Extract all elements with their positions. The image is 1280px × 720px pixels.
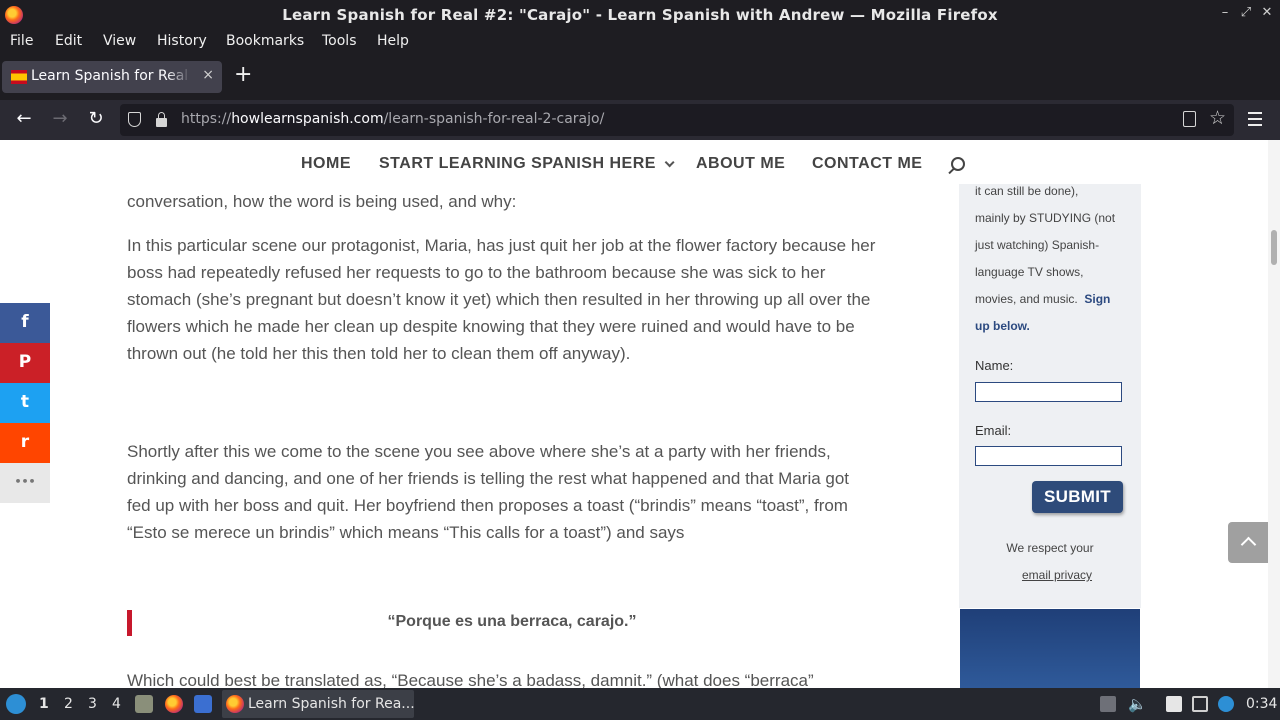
menu-view[interactable]: View <box>103 33 136 49</box>
name-field[interactable] <box>975 382 1122 402</box>
workspace-1[interactable]: 1 <box>39 696 49 712</box>
more-icon: ••• <box>14 475 36 488</box>
back-icon[interactable]: ← <box>13 109 35 129</box>
menu-edit[interactable]: Edit <box>55 33 82 49</box>
menu-history[interactable]: History <box>157 33 207 49</box>
workspace-4[interactable]: 4 <box>112 696 121 712</box>
newsletter-optin: it can still be done), mainly by STUDYIN… <box>959 184 1141 608</box>
menu-bookmarks[interactable]: Bookmarks <box>226 33 304 49</box>
blockquote: “Porque es una berraca, carajo.” <box>387 613 637 630</box>
reload-icon[interactable]: ↻ <box>85 109 107 129</box>
maximize-icon[interactable]: ⤢ <box>1237 5 1255 20</box>
workspace-2[interactable]: 2 <box>64 696 73 712</box>
submit-button[interactable]: SUBMIT <box>1032 481 1123 513</box>
search-icon[interactable] <box>951 157 965 171</box>
file-manager-icon[interactable] <box>135 695 153 713</box>
tab-active[interactable]: Learn Spanish for Real #2: "Carajo" × <box>2 61 222 93</box>
nav-contact[interactable]: CONTACT ME <box>812 155 922 173</box>
chevron-down-icon <box>664 157 675 168</box>
network-icon[interactable] <box>1192 696 1208 712</box>
page-scrollbar[interactable] <box>1268 140 1280 688</box>
facebook-icon: f <box>21 312 29 332</box>
reddit-icon: r <box>20 432 30 452</box>
paragraph-translation: Which could best be translated as, “Beca… <box>127 671 814 688</box>
paragraph-intro-end: conversation, how the word is being used… <box>127 192 517 211</box>
share-more-button[interactable]: ••• <box>0 463 50 503</box>
update-notifier-icon[interactable] <box>1218 696 1234 712</box>
spain-flag-icon <box>11 70 27 84</box>
menu-file[interactable]: File <box>10 33 33 49</box>
navigation-bar: ← → ↻ https://howlearnspanish.com/learn-… <box>0 100 1280 140</box>
firefox-icon <box>226 695 244 713</box>
email-label: Email: <box>975 423 1012 438</box>
url-text[interactable]: https://howlearnspanish.com/learn-spanis… <box>181 111 604 127</box>
scrollbar-thumb[interactable] <box>1271 230 1277 265</box>
menu-tools[interactable]: Tools <box>322 33 357 49</box>
reader-view-icon[interactable] <box>1183 111 1196 127</box>
share-pinterest-button[interactable]: P <box>0 343 50 383</box>
tab-title: Learn Spanish for Real #2: "Carajo" <box>31 68 191 84</box>
notes-icon[interactable] <box>1166 696 1182 712</box>
url-bar[interactable]: https://howlearnspanish.com/learn-spanis… <box>120 104 1234 136</box>
bookmark-star-icon[interactable]: ☆ <box>1209 107 1226 129</box>
taskbar-firefox-task[interactable]: Learn Spanish for Rea... <box>222 690 415 718</box>
window-titlebar: Learn Spanish for Real #2: "Carajo" - Le… <box>0 0 1280 30</box>
nav-home[interactable]: HOME <box>301 155 351 173</box>
nav-about[interactable]: ABOUT ME <box>696 155 785 173</box>
task-title: Learn Spanish for Rea... <box>248 696 415 712</box>
privacy-text: We respect your <box>1006 541 1094 555</box>
sidebar-banner <box>960 609 1140 688</box>
close-tab-icon[interactable]: × <box>202 67 214 83</box>
tab-bar: Learn Spanish for Real #2: "Carajo" × + <box>0 54 1280 100</box>
web-page: conversation, how the word is being used… <box>0 140 1280 688</box>
twitter-icon: t <box>20 392 30 412</box>
back-to-top-button[interactable] <box>1228 522 1268 563</box>
email-privacy-link[interactable]: email privacy <box>959 568 1155 582</box>
clock: 0:34 <box>1246 696 1278 712</box>
email-field[interactable] <box>975 446 1122 466</box>
new-tab-button[interactable]: + <box>234 64 252 86</box>
name-label: Name: <box>975 358 1014 373</box>
menu-bar: File Edit View History Bookmarks Tools H… <box>0 30 1280 54</box>
app-menu-icon[interactable] <box>1248 112 1262 126</box>
tracking-protection-shield-icon[interactable] <box>128 112 141 127</box>
nav-start-learning[interactable]: START LEARNING SPANISH HERE <box>379 155 675 173</box>
forward-icon[interactable]: → <box>49 109 71 129</box>
desktop-icon[interactable] <box>194 695 212 713</box>
lock-icon[interactable] <box>156 112 167 127</box>
window-title: Learn Spanish for Real #2: "Carajo" - Le… <box>282 6 998 24</box>
optin-intro: it can still be done), mainly by STUDYIN… <box>975 184 1116 333</box>
volume-icon[interactable]: 🔈 <box>1128 696 1147 712</box>
firefox-launcher-icon[interactable] <box>165 695 183 713</box>
paragraph-scene-context: In this particular scene our protagonist… <box>127 236 876 363</box>
close-window-icon[interactable]: ✕ <box>1258 5 1276 20</box>
menu-help[interactable]: Help <box>377 33 409 49</box>
share-reddit-button[interactable]: r <box>0 423 50 463</box>
system-taskbar: 1 2 3 4 Learn Spanish for Rea... 🔈 0:34 <box>0 688 1280 720</box>
workspace-3[interactable]: 3 <box>88 696 97 712</box>
minimize-icon[interactable]: – <box>1216 5 1234 20</box>
paragraph-party-scene: Shortly after this we come to the scene … <box>127 442 850 542</box>
share-facebook-button[interactable]: f <box>0 303 50 343</box>
start-menu-icon[interactable] <box>6 694 26 714</box>
pinterest-icon: P <box>18 352 32 372</box>
share-twitter-button[interactable]: t <box>0 383 50 423</box>
clipboard-icon[interactable] <box>1100 696 1116 712</box>
